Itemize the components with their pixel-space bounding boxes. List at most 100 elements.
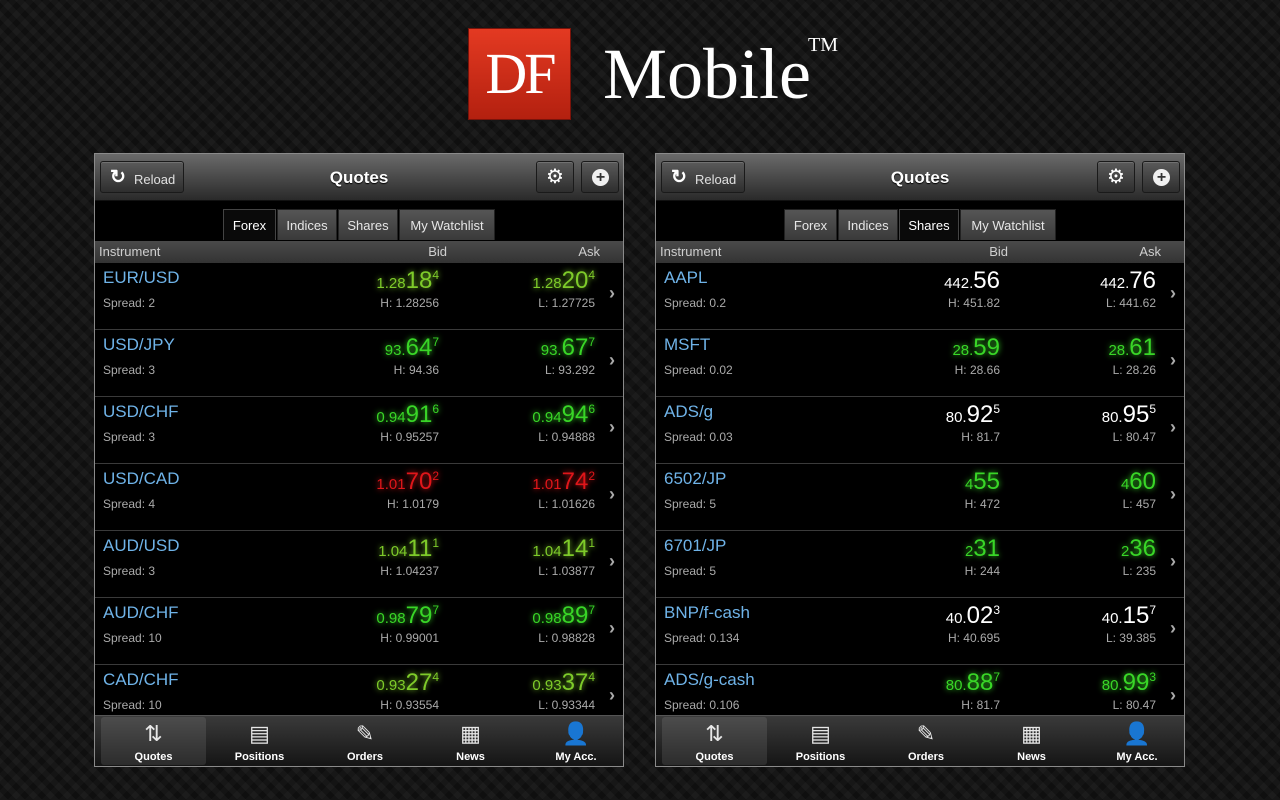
ask-price-pips: 60 xyxy=(1129,468,1156,495)
bid-price-pips: 31 xyxy=(973,535,1000,562)
spread-value: Spread: 0.134 xyxy=(664,631,740,645)
ask-price: 0.98897 xyxy=(532,602,595,630)
quote-row[interactable]: AUD/CHF Spread: 10 0.98797 0.98897 H: 0.… xyxy=(95,598,623,665)
ask-price-prefix: 1.04 xyxy=(532,543,562,560)
spread-value: Spread: 0.03 xyxy=(664,430,733,444)
tab-forex[interactable]: Forex xyxy=(223,209,276,240)
add-button[interactable]: + xyxy=(581,161,619,193)
column-instrument: Instrument xyxy=(99,244,161,259)
instrument-name: 6502/JP xyxy=(664,469,727,488)
tab-bar-orders[interactable]: ✎ Orders xyxy=(873,717,979,765)
high-value: H: 28.66 xyxy=(954,363,1000,377)
tab-shares[interactable]: Shares xyxy=(338,209,398,240)
instrument-name: AUD/CHF xyxy=(103,603,179,622)
ask-price: 80.993 xyxy=(1102,669,1156,697)
spread-value: Spread: 3 xyxy=(103,564,156,578)
ask-price: 442.76 xyxy=(1100,267,1156,295)
chevron-right-icon: › xyxy=(609,350,615,370)
ask-price-prefix: 1.28 xyxy=(532,275,562,292)
ask-price-fraction: 2 xyxy=(588,469,595,483)
bid-price: 1.28184 xyxy=(376,267,439,295)
tab-bar-quotes[interactable]: ⇅ Quotes xyxy=(101,717,206,765)
news-icon: ▦ xyxy=(1021,721,1042,746)
settings-button[interactable]: ⚙ xyxy=(536,161,574,193)
spread-value: Spread: 5 xyxy=(664,564,717,578)
logo-trademark: TM xyxy=(808,34,838,56)
ask-price-pips: 20 xyxy=(561,267,589,294)
news-icon: ▦ xyxy=(460,721,481,746)
bid-price-prefix: 0.94 xyxy=(376,409,406,426)
ask-price-fraction: 5 xyxy=(1149,402,1156,416)
bid-price-pips: 92 xyxy=(966,401,994,428)
tab-my-watchlist[interactable]: My Watchlist xyxy=(960,209,1056,240)
quote-row[interactable]: USD/CHF Spread: 3 0.94916 0.94946 H: 0.9… xyxy=(95,397,623,464)
quote-row[interactable]: ADS/g Spread: 0.03 80.925 80.955 H: 81.7… xyxy=(656,397,1184,464)
tab-bar-positions[interactable]: ▤ Positions xyxy=(768,717,874,765)
low-value: L: 235 xyxy=(1122,564,1156,578)
tab-bar-label: Positions xyxy=(234,751,285,763)
tab-forex[interactable]: Forex xyxy=(784,209,837,240)
tab-bar-news[interactable]: ▦ News xyxy=(979,717,1085,765)
quote-row[interactable]: USD/CAD Spread: 4 1.01702 1.01742 H: 1.0… xyxy=(95,464,623,531)
ask-price-prefix: 80. xyxy=(1101,409,1123,426)
tab-bar-my-acc[interactable]: 👤 My Acc. xyxy=(1084,717,1184,765)
gear-icon: ⚙ xyxy=(1107,166,1125,188)
low-value: L: 28.26 xyxy=(1112,363,1156,377)
instrument-name: CAD/CHF xyxy=(103,670,179,689)
bid-price-prefix: 28. xyxy=(952,342,974,359)
quote-row[interactable]: AUD/USD Spread: 3 1.04111 1.04141 H: 1.0… xyxy=(95,531,623,598)
quotes-list: AAPL Spread: 0.2 442.56 442.76 H: 451.82… xyxy=(656,263,1184,715)
add-button[interactable]: + xyxy=(1142,161,1180,193)
ask-price: 1.01742 xyxy=(532,468,595,496)
low-value: L: 0.94888 xyxy=(538,430,595,444)
low-value: L: 441.62 xyxy=(1105,296,1156,310)
low-value: L: 39.385 xyxy=(1105,631,1156,645)
quotes-list: EUR/USD Spread: 2 1.28184 1.28204 H: 1.2… xyxy=(95,263,623,715)
bid-price-pips: 59 xyxy=(973,334,1000,361)
positions-list-icon: ▤ xyxy=(249,721,270,746)
ask-price-fraction: 3 xyxy=(1149,670,1156,684)
instrument-name: AUD/USD xyxy=(103,536,180,555)
user-account-icon: 👤 xyxy=(562,721,590,746)
settings-button[interactable]: ⚙ xyxy=(1097,161,1135,193)
bid-price-pips: 27 xyxy=(405,669,433,696)
low-value: L: 0.98828 xyxy=(538,631,595,645)
quote-row[interactable]: EUR/USD Spread: 2 1.28184 1.28204 H: 1.2… xyxy=(95,263,623,330)
bottom-tab-bar: ⇅ Quotes ▤ Positions ✎ Orders ▦ News 👤 M… xyxy=(656,715,1184,766)
tab-bar-quotes[interactable]: ⇅ Quotes xyxy=(662,717,767,765)
quote-row[interactable]: ADS/g-cash Spread: 0.106 80.887 80.993 H… xyxy=(656,665,1184,715)
bid-price: 80.925 xyxy=(946,401,1000,429)
tab-indices[interactable]: Indices xyxy=(277,209,337,240)
high-value: H: 472 xyxy=(964,497,1000,511)
bid-price-fraction: 7 xyxy=(432,603,439,617)
high-value: H: 94.36 xyxy=(393,363,439,377)
ask-price-prefix: 0.94 xyxy=(532,409,562,426)
bid-price-prefix: 80. xyxy=(945,677,967,694)
quote-row[interactable]: BNP/f-cash Spread: 0.134 40.023 40.157 H… xyxy=(656,598,1184,665)
tab-bar-positions[interactable]: ▤ Positions xyxy=(207,717,313,765)
tab-indices[interactable]: Indices xyxy=(838,209,898,240)
ask-price-prefix: 40. xyxy=(1101,610,1123,627)
quote-row[interactable]: 6701/JP Spread: 5 231 236 H: 244 L: 235 … xyxy=(656,531,1184,598)
tab-shares[interactable]: Shares xyxy=(899,209,959,240)
quote-row[interactable]: 6502/JP Spread: 5 455 460 H: 472 L: 457 … xyxy=(656,464,1184,531)
ask-price-fraction: 4 xyxy=(588,268,595,282)
low-value: L: 80.47 xyxy=(1112,698,1156,712)
bid-price-pips: 79 xyxy=(405,602,433,629)
quote-row[interactable]: CAD/CHF Spread: 10 0.93274 0.93374 H: 0.… xyxy=(95,665,623,715)
user-account-icon: 👤 xyxy=(1123,721,1151,746)
ask-price: 40.157 xyxy=(1102,602,1156,630)
ask-price-prefix: 0.93 xyxy=(532,677,562,694)
quote-row[interactable]: USD/JPY Spread: 3 93.647 93.677 H: 94.36… xyxy=(95,330,623,397)
chevron-right-icon: › xyxy=(1170,551,1176,571)
tab-bar-orders[interactable]: ✎ Orders xyxy=(312,717,418,765)
spread-value: Spread: 2 xyxy=(103,296,156,310)
tab-my-watchlist[interactable]: My Watchlist xyxy=(399,209,495,240)
quote-row[interactable]: MSFT Spread: 0.02 28.59 28.61 H: 28.66 L… xyxy=(656,330,1184,397)
bid-price: 442.56 xyxy=(944,267,1000,295)
tab-bar-my-acc[interactable]: 👤 My Acc. xyxy=(523,717,623,765)
tab-bar-news[interactable]: ▦ News xyxy=(418,717,524,765)
bid-price: 1.01702 xyxy=(376,468,439,496)
bid-price: 0.98797 xyxy=(376,602,439,630)
quote-row[interactable]: AAPL Spread: 0.2 442.56 442.76 H: 451.82… xyxy=(656,263,1184,330)
